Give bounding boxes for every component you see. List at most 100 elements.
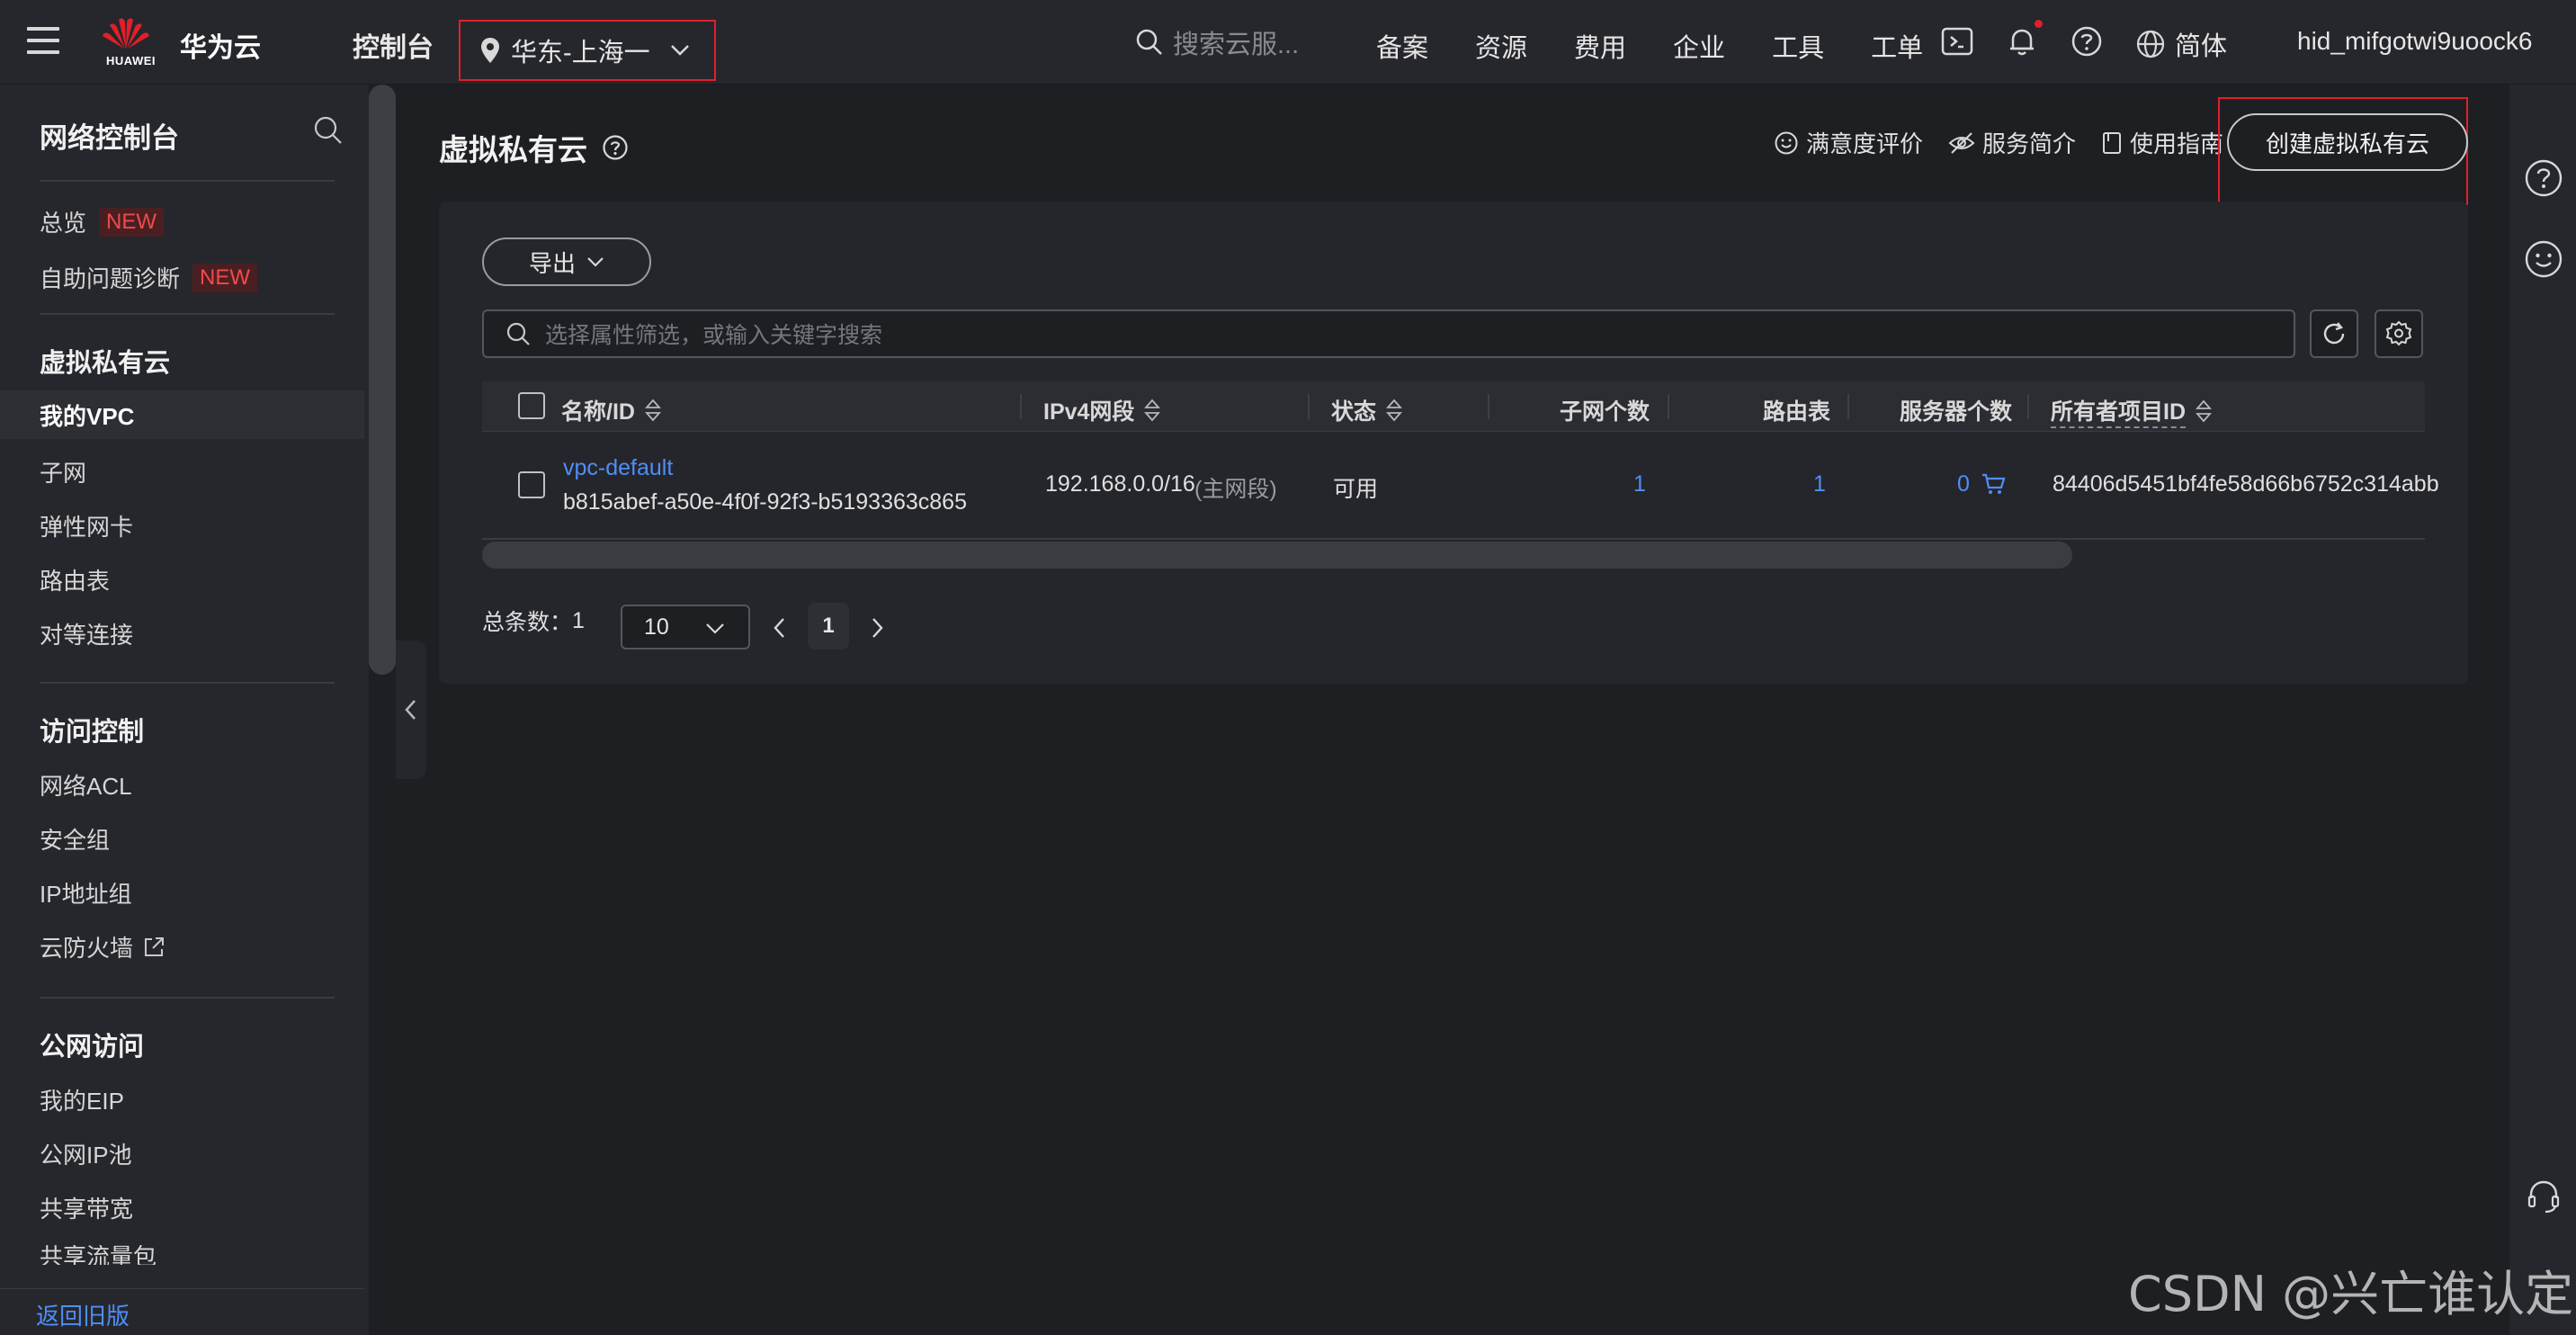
vpc-cidr: 192.168.0.0/16 — [1045, 471, 1195, 497]
account-username[interactable]: hid_mifgotwi9uoock6 — [2297, 27, 2533, 56]
nav-tools[interactable]: 工具 — [1772, 27, 1824, 65]
sidebar-item-ip-group[interactable]: IP地址组 — [40, 876, 132, 909]
sidebar-item-network-acl[interactable]: 网络ACL — [40, 768, 132, 802]
search-icon — [1136, 29, 1162, 55]
sidebar-item-eni[interactable]: 弹性网卡 — [40, 509, 133, 542]
sidebar-item-label: 子网 — [40, 460, 87, 487]
sidebar-scrollbar-thumb[interactable] — [369, 85, 396, 675]
subnet-count-link[interactable]: 1 — [1633, 471, 1646, 497]
server-count-link[interactable]: 0 — [1957, 471, 1970, 497]
satisfaction-rating-link[interactable]: 满意度评价 — [1774, 126, 1923, 159]
sort-icon — [1144, 399, 1161, 422]
nav-resources[interactable]: 资源 — [1475, 27, 1527, 65]
sort-icon — [2196, 399, 2212, 423]
sidebar-item-peering[interactable]: 对等连接 — [40, 617, 133, 650]
sidebar-section-public-access[interactable]: 公网访问 — [40, 1026, 144, 1063]
chevron-down-icon — [670, 45, 689, 56]
refresh-button[interactable] — [2310, 309, 2358, 358]
book-icon — [2103, 131, 2122, 154]
sidebar-scrollbar[interactable] — [369, 85, 396, 1335]
bell-icon[interactable] — [2006, 25, 2038, 58]
sidebar-item-label: 对等连接 — [40, 622, 134, 649]
previous-page-icon[interactable] — [772, 615, 788, 641]
column-separator — [1488, 394, 1489, 419]
menu-icon[interactable] — [27, 27, 59, 54]
page-size-value: 10 — [644, 614, 669, 640]
sidebar-item-cloud-firewall[interactable]: 云防火墙 — [40, 930, 165, 963]
location-pin-icon — [481, 38, 499, 63]
feedback-smile-icon[interactable] — [2524, 239, 2563, 279]
nav-tickets[interactable]: 工单 — [1871, 27, 1923, 65]
top-nav-menu: 备案 资源 费用 企业 工具 工单 — [1376, 27, 1970, 65]
sidebar-search-icon[interactable] — [313, 115, 344, 146]
sidebar-item-label: 共享带宽 — [40, 1196, 134, 1223]
sidebar-section-access-control[interactable]: 访问控制 — [40, 711, 144, 748]
nav-billing[interactable]: 费用 — [1574, 27, 1626, 65]
current-page-button[interactable]: 1 — [808, 603, 849, 650]
sidebar-item-route-table[interactable]: 路由表 — [40, 563, 110, 596]
vpc-name-link[interactable]: vpc-default — [563, 455, 673, 481]
help-icon[interactable] — [2524, 158, 2563, 198]
column-header-label: 子网个数 — [1560, 399, 1650, 425]
brand-name[interactable]: 华为云 — [180, 25, 261, 65]
sidebar-item-shared-bandwidth[interactable]: 共享带宽 — [40, 1191, 133, 1224]
help-circle-icon[interactable] — [602, 134, 629, 161]
attribute-filter-input[interactable]: 选择属性筛选，或输入关键字搜索 — [482, 309, 2295, 358]
sidebar-item-my-eip[interactable]: 我的EIP — [40, 1083, 124, 1116]
sidebar-item-shared-data-package[interactable]: 共享流量包 — [40, 1245, 157, 1265]
vpc-cidr-note: (主网段) — [1194, 477, 1277, 502]
cart-icon[interactable] — [1981, 471, 2006, 497]
table-horizontal-scrollbar[interactable] — [482, 542, 2072, 569]
table-settings-button[interactable] — [2375, 309, 2423, 358]
sidebar-item-label: 我的EIP — [40, 1088, 124, 1115]
service-intro-link[interactable]: 服务简介 — [1948, 126, 2076, 159]
new-badge: NEW — [192, 263, 258, 292]
sidebar: 网络控制台 总览 NEW 自助问题诊断 NEW 虚拟私有云 我的VPC 子网 弹… — [0, 85, 396, 1335]
select-all-checkbox[interactable] — [518, 392, 545, 419]
headset-icon[interactable] — [2524, 1177, 2563, 1216]
page-size-select[interactable]: 10 — [621, 605, 750, 650]
sidebar-item-label: 路由表 — [40, 568, 111, 595]
nav-enterprise[interactable]: 企业 — [1673, 27, 1725, 65]
column-header-route-tables: 路由表 — [1763, 394, 1830, 426]
sidebar-item-label: 网络ACL — [40, 773, 132, 800]
nav-beian[interactable]: 备案 — [1376, 27, 1428, 65]
row-checkbox[interactable] — [518, 471, 545, 498]
global-search[interactable]: 搜索云服... — [1135, 23, 1299, 61]
column-header-status[interactable]: 状态 — [1331, 394, 1403, 426]
huawei-logo[interactable]: HUAWEI — [101, 14, 160, 70]
sidebar-item-label: 安全组 — [40, 827, 111, 854]
create-vpc-button[interactable]: 创建虚拟私有云 — [2227, 113, 2468, 171]
sidebar-section-vpc[interactable]: 虚拟私有云 — [40, 342, 170, 380]
sidebar-item-security-group[interactable]: 安全组 — [40, 822, 110, 856]
route-table-count-link[interactable]: 1 — [1813, 471, 1826, 497]
sidebar-item-public-ip-pool[interactable]: 公网IP池 — [40, 1137, 132, 1170]
smile-icon — [1775, 131, 1798, 154]
column-separator — [1668, 394, 1669, 419]
back-to-old-version[interactable]: 返回旧版 — [0, 1288, 364, 1335]
user-guide-link[interactable]: 使用指南 — [2101, 126, 2223, 159]
column-header-ipv4-cidr[interactable]: IPv4网段 — [1043, 394, 1161, 426]
column-header-label: IPv4网段 — [1043, 399, 1135, 425]
column-header-owner-project-id[interactable]: 所有者项目ID — [2051, 394, 2213, 428]
export-button-label: 导出 — [528, 249, 576, 277]
cloud-shell-icon[interactable] — [1941, 25, 1973, 58]
sidebar-item-overview[interactable]: 总览 NEW — [40, 205, 165, 238]
divider — [40, 682, 335, 684]
language-label: 简体 — [2175, 32, 2228, 61]
language-switcher[interactable]: 简体 — [2135, 25, 2227, 63]
sidebar-item-subnet[interactable]: 子网 — [40, 455, 86, 488]
back-to-old-version-link[interactable]: 返回旧版 — [36, 1298, 130, 1331]
sidebar-item-self-diagnosis[interactable]: 自助问题诊断 NEW — [40, 261, 258, 294]
help-icon[interactable] — [2071, 25, 2103, 58]
next-page-icon[interactable] — [869, 615, 885, 641]
column-header-name-id[interactable]: 名称/ID — [561, 394, 662, 426]
column-header-label: 状态 — [1331, 399, 1377, 425]
sidebar-collapse-toggle[interactable] — [396, 641, 426, 779]
console-link[interactable]: 控制台 — [353, 25, 434, 65]
owner-project-id: 84406d5451bf4fe58d66b6752c314abb — [2053, 471, 2439, 497]
sidebar-item-my-vpc[interactable]: 我的VPC — [0, 390, 364, 439]
export-button[interactable]: 导出 — [482, 237, 651, 286]
region-selector[interactable]: 华东-上海一 — [459, 20, 716, 81]
sort-icon — [1386, 399, 1402, 422]
